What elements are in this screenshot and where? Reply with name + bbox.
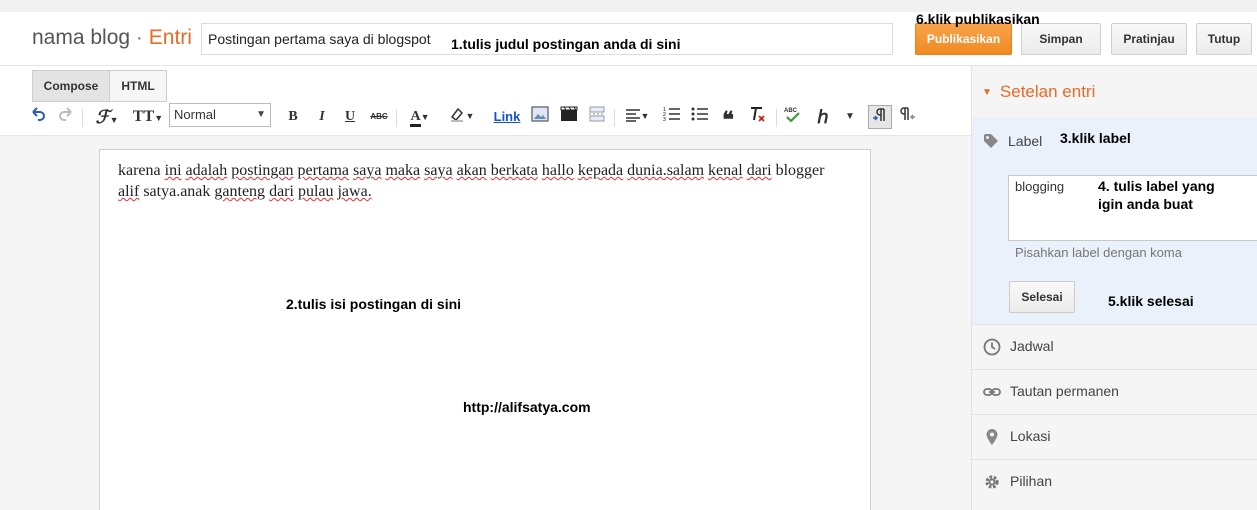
section-name: Entri xyxy=(148,26,192,49)
editor-word: berkata xyxy=(490,162,538,179)
post-body-editor[interactable]: karena ini adalah postingan pertama saya… xyxy=(99,149,871,510)
editor-word: hallo xyxy=(541,162,574,179)
spellcheck-icon[interactable]: ABC xyxy=(782,105,804,129)
toolbar-divider xyxy=(776,109,777,127)
editor-word: akan xyxy=(456,162,487,179)
mode-bar: Compose HTML xyxy=(0,66,971,104)
link-icon xyxy=(983,388,1001,396)
strikethrough-icon[interactable]: ABC xyxy=(368,105,390,129)
editor-word: saya xyxy=(353,162,382,179)
tab-html[interactable]: HTML xyxy=(109,70,167,102)
sidebar-item-label: Lokasi xyxy=(1010,428,1051,444)
sidebar-item-label: Tautan permanen xyxy=(1010,383,1119,399)
format-select-value: Normal xyxy=(174,107,216,122)
triangle-down-icon: ▼ xyxy=(982,87,992,98)
annotation-url: http://alifsatya.com xyxy=(463,399,591,415)
done-button[interactable]: Selesai xyxy=(1009,281,1075,313)
toolbar-divider xyxy=(396,109,397,127)
editor-word: satya.anak xyxy=(143,183,211,200)
sidebar-item-label: Jadwal xyxy=(1010,338,1054,354)
annotation-step-2: 2.tulis isi postingan di sini xyxy=(286,296,462,312)
tag-icon xyxy=(984,134,998,148)
editor-word: ini xyxy=(164,162,182,179)
publish-button[interactable]: Publikasikan xyxy=(915,23,1012,55)
editor-word: postingan xyxy=(231,162,294,179)
blog-name[interactable]: nama blog xyxy=(32,26,130,49)
remove-formatting-icon[interactable] xyxy=(746,105,768,129)
editor-word: pulau xyxy=(297,183,334,200)
font-family-icon[interactable]: ℱ▼ xyxy=(90,105,124,129)
italic-icon[interactable]: I xyxy=(313,105,331,129)
editor-word: pertama xyxy=(297,162,350,179)
sidebar-item-schedule[interactable]: Jadwal xyxy=(972,324,1257,369)
editor-word: kepada xyxy=(577,162,624,179)
editor-word: maka xyxy=(385,162,421,179)
save-button[interactable]: Simpan xyxy=(1021,23,1101,55)
insert-video-icon[interactable] xyxy=(558,105,580,129)
editor-word: adalah xyxy=(185,162,228,179)
title-separator: · xyxy=(135,26,143,49)
editor-word: kenal xyxy=(708,162,743,179)
post-body-text[interactable]: karena ini adalah postingan pertama saya… xyxy=(118,160,828,202)
label-hint: Pisahkan label dengan koma xyxy=(1015,245,1182,260)
insert-image-icon[interactable] xyxy=(529,105,551,129)
chevron-down-icon: ▼ xyxy=(256,109,266,120)
sidebar-item-label: Pilihan xyxy=(1010,473,1053,489)
annotation-step-6: 6.klik publikasikan xyxy=(916,11,1040,27)
font-size-icon[interactable]: TT▼ xyxy=(130,105,166,129)
numbered-list-icon[interactable]: 123 xyxy=(662,105,682,129)
annotation-step-5: 5.klik selesai xyxy=(1108,293,1194,309)
ltr-direction-icon[interactable] xyxy=(868,105,892,129)
bold-icon[interactable]: B xyxy=(284,105,302,129)
close-button[interactable]: Tutup xyxy=(1196,23,1252,55)
undo-icon[interactable] xyxy=(28,105,48,129)
clock-icon xyxy=(983,338,1001,356)
redo-icon[interactable] xyxy=(56,105,76,129)
link-button[interactable]: Link xyxy=(490,105,524,129)
top-strip xyxy=(0,0,1257,12)
preview-button[interactable]: Pratinjau xyxy=(1111,23,1187,55)
toolbar-divider xyxy=(614,109,615,127)
more-options-icon[interactable]: ▼ xyxy=(840,105,860,129)
label-section-title[interactable]: Label xyxy=(1008,133,1042,149)
editor-word: karena xyxy=(118,162,161,179)
post-settings-heading: ▼ Setelan entri xyxy=(982,82,1095,102)
toolbar-divider xyxy=(82,109,83,127)
annotation-step-3: 3.klik label xyxy=(1060,130,1131,146)
editor-word: alif xyxy=(118,183,140,200)
svg-text:3: 3 xyxy=(663,117,666,122)
sidebar-item-permalink[interactable]: Tautan permanen xyxy=(972,369,1257,414)
location-pin-icon xyxy=(986,429,998,445)
tab-compose[interactable]: Compose xyxy=(32,70,110,102)
text-color-icon[interactable]: A▼ xyxy=(402,105,438,129)
gear-icon xyxy=(985,475,999,489)
rtl-direction-icon[interactable] xyxy=(898,105,918,129)
sidebar-item-options[interactable]: Pilihan xyxy=(972,459,1257,504)
editor-word: saya xyxy=(424,162,453,179)
insert-jump-break-icon[interactable] xyxy=(586,105,608,129)
editor-word: ganteng xyxy=(214,183,266,200)
underline-icon[interactable]: U xyxy=(341,105,359,129)
blogger-post-editor: nama blog · Entri Publikasikan Simpan Pr… xyxy=(0,0,1257,510)
bullet-list-icon[interactable] xyxy=(690,105,710,129)
blog-title: nama blog · Entri xyxy=(32,26,192,50)
quote-icon[interactable]: ❝ xyxy=(718,105,738,132)
editor-word: jawa. xyxy=(337,183,372,200)
align-icon[interactable]: ▼ xyxy=(620,105,654,129)
post-settings-title: Setelan entri xyxy=(999,82,1096,101)
editor-word: dari xyxy=(746,162,772,179)
sidebar-item-location[interactable]: Lokasi xyxy=(972,414,1257,459)
svg-text:ABC: ABC xyxy=(784,108,798,114)
annotation-step-4: 4. tulis label yang igin anda buat xyxy=(1098,178,1215,212)
paragraph-format-select[interactable]: Normal ▼ xyxy=(169,103,271,127)
editor-word: dunia.salam xyxy=(627,162,705,179)
editor-word: blogger xyxy=(775,162,825,179)
input-tools-icon[interactable]: ℎ xyxy=(812,105,834,129)
editor-word: dari xyxy=(269,183,294,200)
highlight-color-icon[interactable]: ▼ xyxy=(444,105,478,129)
formatting-toolbar: ℱ▼ TT▼ Normal ▼ B I U ABC A▼ ▼ Link ▼ 12… xyxy=(0,100,971,134)
annotation-step-1: 1.tulis judul postingan anda di sini xyxy=(451,36,681,52)
